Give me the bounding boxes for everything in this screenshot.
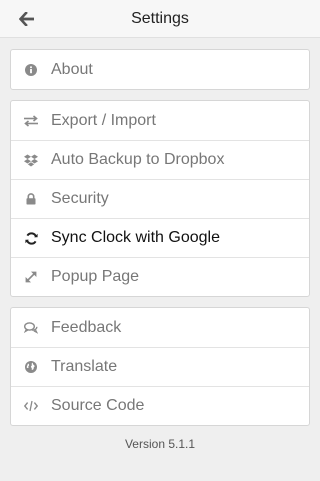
back-button[interactable] (14, 7, 40, 31)
menu-item-label: About (51, 60, 93, 78)
menu-item-label: Auto Backup to Dropbox (51, 151, 225, 168)
refresh-icon (11, 219, 51, 258)
menu-item-label: Sync Clock with Google (51, 229, 220, 246)
menu-item-sync-clock-google[interactable]: Sync Clock with Google (11, 218, 309, 257)
menu-item-translate[interactable]: Translate (11, 347, 309, 386)
menu-item-label: Source Code (51, 397, 145, 414)
settings-group-main: Export / Import Auto Backup to Dropbox S… (10, 100, 310, 297)
menu-item-auto-backup-dropbox[interactable]: Auto Backup to Dropbox (11, 140, 309, 179)
menu-item-label: Popup Page (51, 268, 140, 285)
globe-icon (11, 348, 51, 387)
arrow-left-icon (19, 12, 34, 26)
expand-icon (11, 258, 51, 297)
comments-icon (11, 308, 51, 347)
settings-group-info: About (10, 49, 310, 90)
header-bar: Settings (0, 0, 320, 38)
page-title: Settings (131, 9, 189, 27)
menu-item-popup-page[interactable]: Popup Page (11, 257, 309, 296)
code-icon (11, 387, 51, 426)
menu-item-label: Export / Import (51, 111, 156, 129)
menu-item-feedback[interactable]: Feedback (11, 308, 309, 347)
menu-item-label: Feedback (51, 318, 122, 336)
dropbox-icon (11, 141, 51, 180)
menu-item-export-import[interactable]: Export / Import (11, 101, 309, 140)
menu-item-label: Security (51, 190, 109, 207)
menu-item-about[interactable]: About (11, 50, 309, 89)
settings-group-community: Feedback Translate Source Code (10, 307, 310, 426)
swap-arrows-icon (11, 101, 51, 140)
menu-item-source-code[interactable]: Source Code (11, 386, 309, 425)
menu-item-security[interactable]: Security (11, 179, 309, 218)
lock-icon (11, 180, 51, 219)
version-label: Version 5.1.1 (124, 437, 196, 451)
info-icon (11, 50, 51, 89)
menu-item-label: Translate (51, 358, 118, 375)
